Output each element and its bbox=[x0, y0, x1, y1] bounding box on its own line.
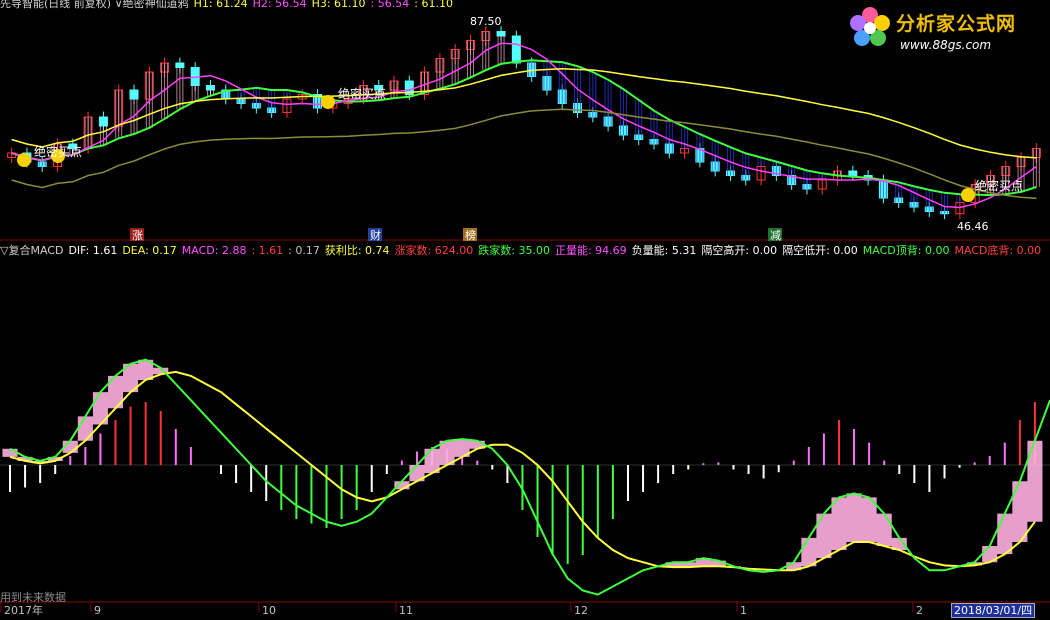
buy-label: 绝密买点 bbox=[34, 144, 82, 159]
macd-header-item-14: MACD底背: 0.00 bbox=[954, 244, 1042, 257]
stock-chart-window[interactable]: 87.50 46.46 绝密买点 绝密买点 绝密买点涨财榜减 2017年 9 10 11 12 1… bbox=[0, 0, 1050, 618]
xaxis: 2017年 9 10 11 12 1 2 bbox=[0, 602, 923, 617]
xaxis-label: 11 bbox=[399, 604, 413, 616]
price-header-item-0: 先导智能(日线 前复权) ∨绝密神仙道鸦 bbox=[0, 0, 189, 10]
macd-header-item-4: : 1.61 bbox=[251, 244, 284, 257]
candle-down bbox=[496, 31, 506, 37]
buy-label: 绝密买点 bbox=[975, 178, 1023, 193]
event-tag-jian: 减 bbox=[770, 229, 781, 242]
macd-header-item-6: 获利比: 0.74 bbox=[324, 244, 390, 257]
price-header-item-3: H3: 61.10 bbox=[311, 0, 366, 10]
ma-green-line bbox=[11, 59, 1037, 197]
macd-header-item-5: : 0.17 bbox=[288, 244, 320, 257]
price-header-item-4: : 56.54 bbox=[370, 0, 410, 10]
buy-label: 绝密买点 bbox=[338, 86, 386, 101]
price-header-item-1: H1: 61.24 bbox=[193, 0, 248, 10]
xaxis-label: 9 bbox=[94, 604, 101, 616]
buy-point-icon bbox=[321, 95, 335, 109]
ma-yellow-line bbox=[11, 67, 1037, 159]
macd-header-item-1: DIF: 1.61 bbox=[68, 244, 118, 257]
site-logo: 分析家公式网 www.88gs.com bbox=[844, 2, 1044, 60]
chart-canvas[interactable]: 87.5046.46绝密买点绝密买点绝密买点涨财榜减 2017年 9 10 11 12 1… bbox=[0, 0, 1050, 617]
event-tag-zhang: 涨 bbox=[132, 229, 143, 242]
logo-url: www.88gs.com bbox=[900, 38, 992, 52]
macd-header-item-0: ▽复合MACD bbox=[0, 244, 64, 257]
macd-header-item-13: MACD顶背: 0.00 bbox=[862, 244, 950, 257]
candle-down bbox=[175, 62, 185, 68]
macd-header: ▽复合MACD DIF: 1.61 DEA: 0.17 MACD: 2.88 : 1.6… bbox=[0, 244, 1046, 257]
macd-header-item-7: 涨家数: 624.00 bbox=[394, 244, 474, 257]
macd-header-item-10: 负量能: 5.31 bbox=[631, 244, 697, 257]
price-header-item-5: : 61.10 bbox=[414, 0, 453, 10]
buy-point-icon bbox=[961, 188, 975, 202]
logo-title: 分析家公式网 bbox=[896, 13, 1017, 35]
high-price-label: 87.50 bbox=[470, 15, 502, 28]
event-tag-bang: 榜 bbox=[465, 228, 476, 242]
buy-point-icon bbox=[17, 153, 31, 167]
event-tag-cai: 财 bbox=[370, 228, 381, 242]
low-price-label: 46.46 bbox=[957, 220, 989, 233]
macd-header-item-11: 隔空高开: 0.00 bbox=[701, 244, 778, 257]
macd-header-item-12: 隔空低开: 0.00 bbox=[782, 244, 858, 257]
macd-header-item-3: MACD: 2.88 bbox=[181, 244, 247, 257]
macd-header-item-2: DEA: 0.17 bbox=[122, 244, 177, 257]
macd-header-item-8: 跌家数: 35.00 bbox=[478, 244, 550, 257]
price-header-item-2: H2: 56.54 bbox=[252, 0, 307, 10]
candle-down bbox=[205, 85, 215, 91]
flower-icon bbox=[850, 7, 890, 46]
future-data-note: 用到未来数据 bbox=[0, 591, 66, 604]
indicator-lines bbox=[2, 42, 1050, 596]
dif-line bbox=[9, 358, 1050, 596]
candle-down bbox=[98, 116, 108, 127]
candle-down bbox=[129, 89, 139, 100]
candle-down bbox=[511, 35, 521, 64]
price-header: 先导智能(日线 前复权) ∨绝密神仙道鸦 H1: 61.24 H2: 56.54 H3… bbox=[0, 0, 458, 10]
macd-header-item-9: 正量能: 94.69 bbox=[554, 244, 627, 257]
candle-down bbox=[848, 170, 858, 176]
xaxis-label: 12 bbox=[574, 604, 588, 616]
xaxis-label: 2 bbox=[916, 604, 923, 616]
xaxis-label: 10 bbox=[262, 604, 276, 616]
xaxis-label: 1 bbox=[740, 604, 747, 616]
